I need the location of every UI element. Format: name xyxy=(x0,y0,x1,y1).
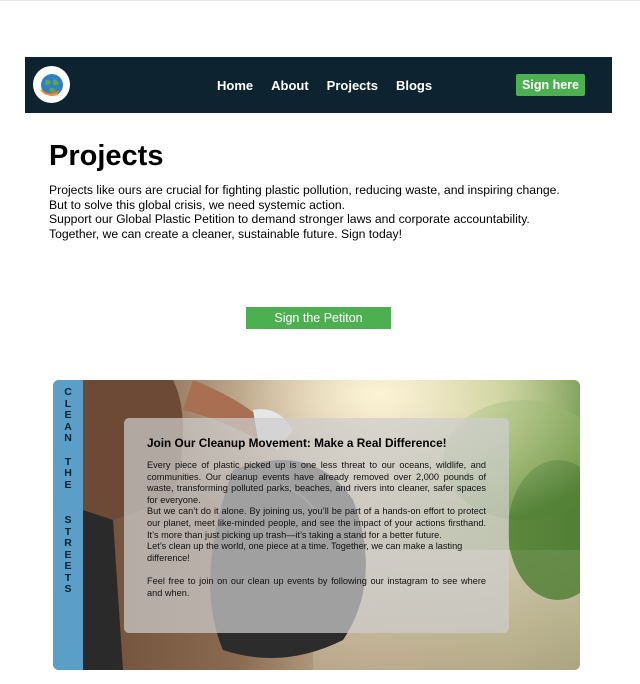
card-heading: Join Our Cleanup Movement: Make a Real D… xyxy=(147,436,447,450)
cleanup-info-card: Join Our Cleanup Movement: Make a Real D… xyxy=(124,418,509,633)
navbar: Home About Projects Blogs Sign here xyxy=(25,57,612,113)
card-paragraph-4: Feel free to join on our clean up events… xyxy=(147,575,486,598)
card-body: Every piece of plastic picked up is one … xyxy=(147,460,486,599)
sign-here-button[interactable]: Sign here xyxy=(516,74,585,96)
intro-text: Projects like ours are crucial for fight… xyxy=(49,183,576,241)
nav-projects-link[interactable]: Projects xyxy=(327,78,378,93)
clean-the-streets-label: CLEAN THE STREETS xyxy=(64,386,72,595)
intro-line-1: Projects like ours are crucial for fight… xyxy=(49,183,560,197)
nav-blogs-link[interactable]: Blogs xyxy=(396,78,432,93)
intro-line-4: Together, we can create a cleaner, susta… xyxy=(49,226,402,241)
card-paragraph-1: Every piece of plastic picked up is one … xyxy=(147,460,486,505)
nav-about-link[interactable]: About xyxy=(271,78,309,93)
nav-home-link[interactable]: Home xyxy=(217,78,253,93)
intro-line-2: But to solve this global crisis, we need… xyxy=(49,197,346,212)
sign-petition-button[interactable]: Sign the Petiton xyxy=(246,307,391,329)
card-paragraph-2: But we can’t do it alone. By joining us,… xyxy=(147,506,486,540)
page-title: Projects xyxy=(49,140,164,172)
nav-links: Home About Projects Blogs xyxy=(217,57,432,113)
globe-logo-icon[interactable] xyxy=(33,66,70,103)
top-divider xyxy=(0,0,640,1)
intro-line-3: Support our Global Plastic Petition to d… xyxy=(49,212,530,227)
cleanup-banner: CLEAN THE STREETS Join Our Cleanup Movem… xyxy=(53,380,580,670)
card-paragraph-3: Let’s clean up the world, one piece at a… xyxy=(147,541,463,563)
